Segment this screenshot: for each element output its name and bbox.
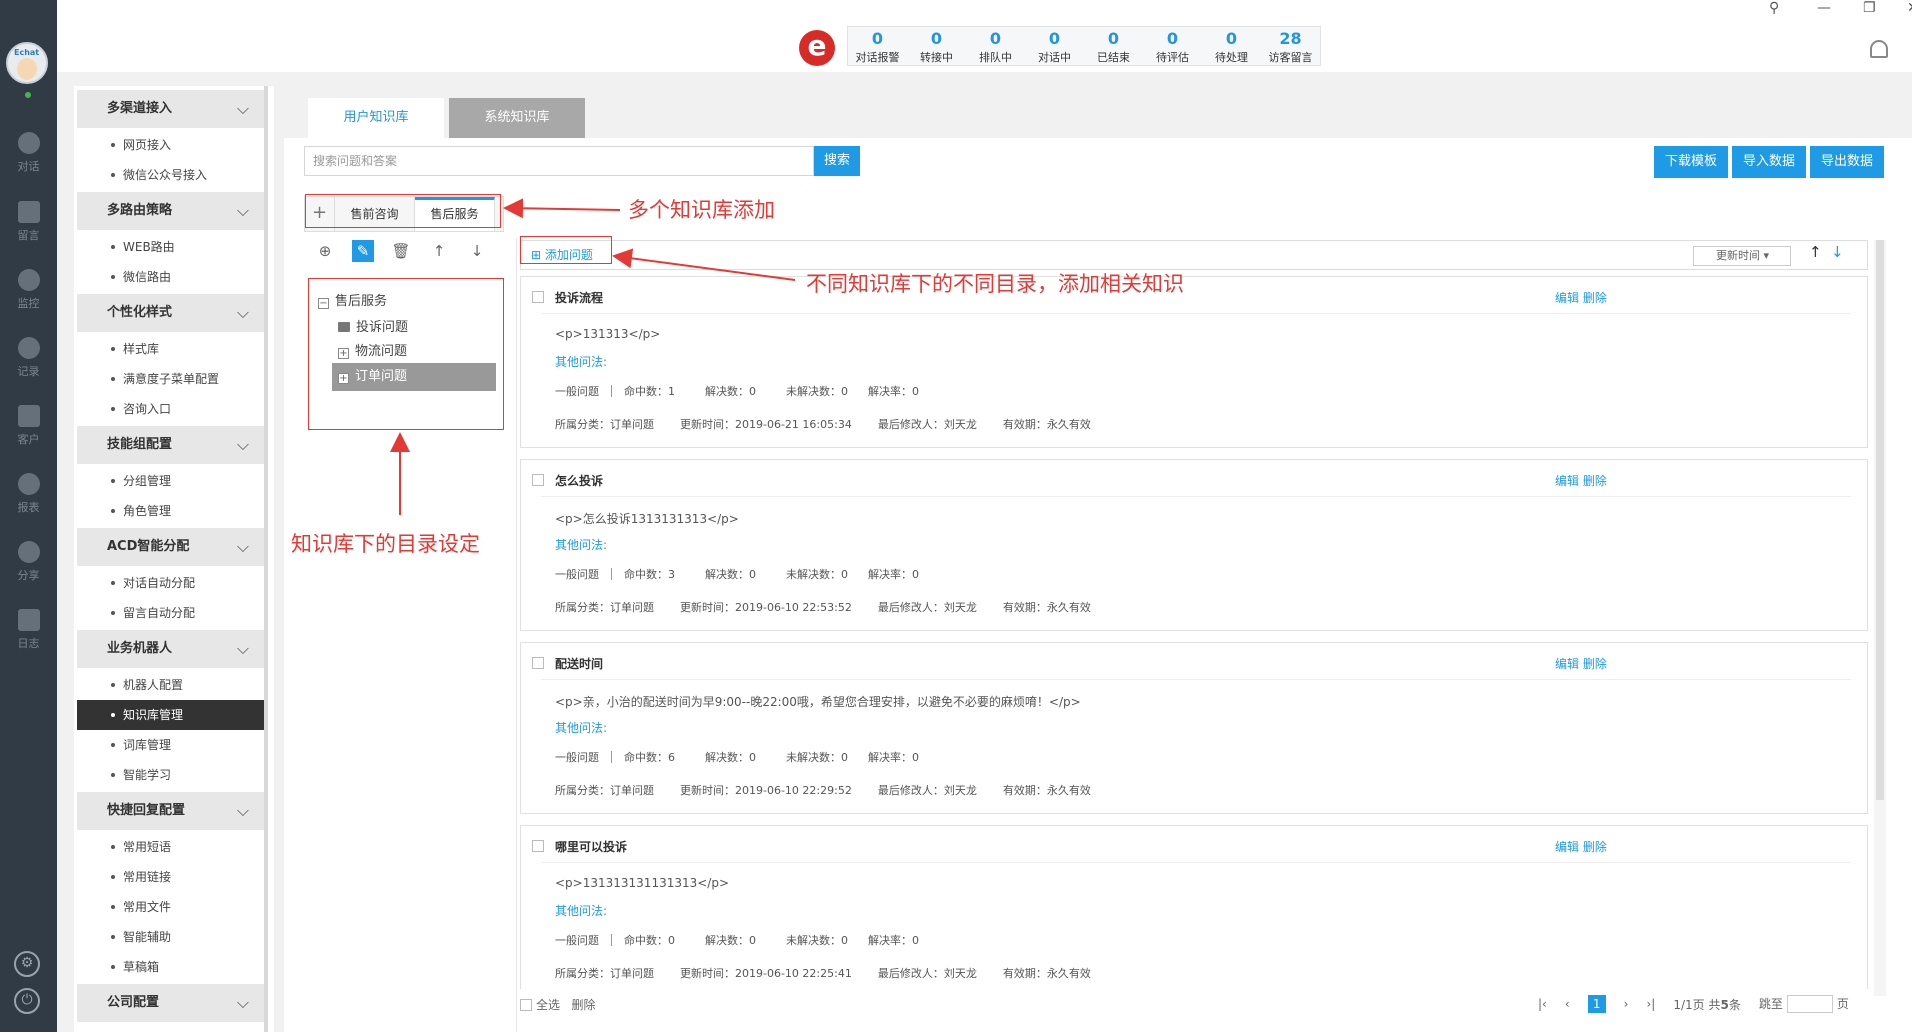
annotation-text-tree: 知识库下的目录设定 <box>291 532 480 556</box>
arrow-libraries <box>503 198 621 219</box>
annotation-arrows <box>390 198 796 515</box>
annotation-text-directories: 不同知识库下的不同目录，添加相关知识 <box>806 272 1184 296</box>
annotation-text-libraries: 多个知识库添加 <box>628 198 775 222</box>
arrow-add-question <box>612 248 796 281</box>
